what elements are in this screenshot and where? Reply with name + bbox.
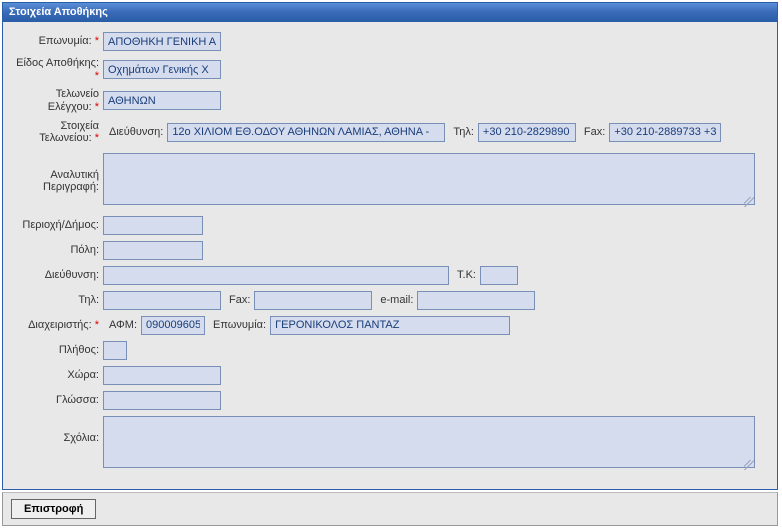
label-fax: Fax: [221, 294, 254, 306]
label-detailed-desc: Αναλυτική Περιγραφή: [13, 153, 103, 194]
postcode-input[interactable] [480, 266, 518, 285]
label-city: Πόλη: [13, 244, 103, 257]
customs-office-input[interactable] [103, 91, 221, 110]
count-input[interactable] [103, 341, 127, 360]
customs-tel-input[interactable] [478, 123, 576, 142]
label-country: Χώρα: [13, 369, 103, 382]
city-input[interactable] [103, 241, 203, 260]
customs-address-input[interactable] [167, 123, 445, 142]
label-customs-details: Στοιχεία Τελωνείου: * [13, 120, 103, 145]
label-customs-tel: Τηλ: [445, 126, 478, 138]
label-afm: ΑΦΜ: [103, 319, 141, 331]
tel-input[interactable] [103, 291, 221, 310]
panel-title: Στοιχεία Αποθήκης [3, 3, 777, 22]
label-language: Γλώσσα: [13, 394, 103, 407]
label-type: Είδος Αποθήκης: * [13, 57, 103, 82]
label-name: Επωνυμία: * [13, 35, 103, 48]
country-input[interactable] [103, 366, 221, 385]
customs-fax-input[interactable] [609, 123, 721, 142]
label-customs-address: Διεύθυνση: [103, 126, 167, 138]
label-postcode: Τ.Κ: [449, 269, 480, 281]
label-manager: Διαχειριστής: * [13, 319, 103, 332]
label-customs-office: Τελωνείο Ελέγχου: * [13, 88, 103, 113]
name-input[interactable] [103, 32, 221, 51]
type-input[interactable] [103, 60, 221, 79]
detailed-desc-textarea[interactable] [103, 153, 755, 205]
label-region: Περιοχή/Δήμος: [13, 219, 103, 232]
email-input[interactable] [417, 291, 535, 310]
panel-body: Επωνυμία: * Είδος Αποθήκης: * Τελωνείο Ε… [3, 22, 777, 489]
label-comments: Σχόλια: [13, 416, 103, 445]
address-input[interactable] [103, 266, 449, 285]
label-customs-fax: Fax: [576, 126, 609, 138]
comments-textarea[interactable] [103, 416, 755, 468]
fax-input[interactable] [254, 291, 372, 310]
label-tel: Τηλ: [13, 294, 103, 307]
label-address: Διεύθυνση: [13, 269, 103, 282]
label-count: Πλήθος: [13, 344, 103, 357]
language-input[interactable] [103, 391, 221, 410]
warehouse-details-panel: Στοιχεία Αποθήκης Επωνυμία: * Είδος Αποθ… [2, 2, 778, 490]
label-email: e-mail: [372, 294, 417, 306]
manager-name-input[interactable] [270, 316, 510, 335]
region-input[interactable] [103, 216, 203, 235]
back-button[interactable]: Επιστροφή [11, 499, 96, 519]
footer-toolbar: Επιστροφή [2, 492, 778, 526]
afm-input[interactable] [141, 316, 205, 335]
label-mgr-name: Επωνυμία: [205, 319, 270, 331]
